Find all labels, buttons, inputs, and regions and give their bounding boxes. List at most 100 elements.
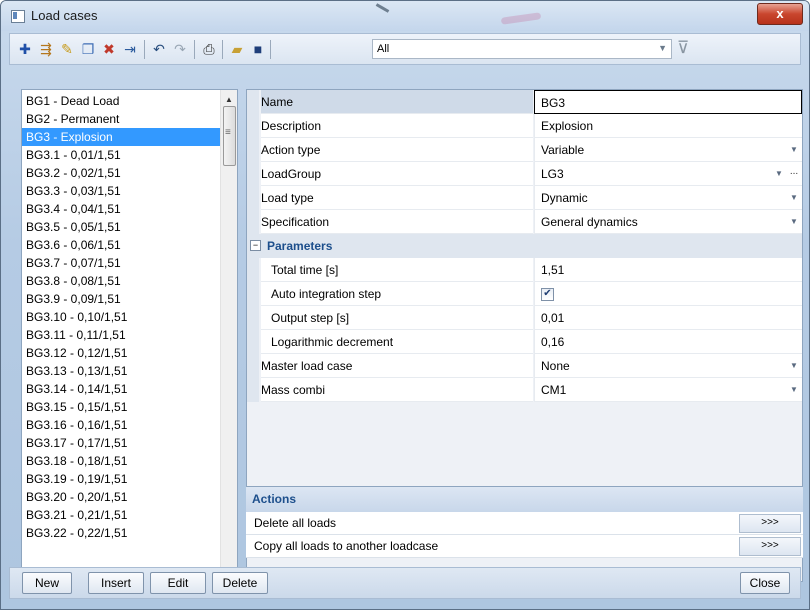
delete-button[interactable]: Delete <box>212 572 268 594</box>
new-icon[interactable]: ✚ <box>16 40 34 58</box>
ellipsis-button[interactable]: ... <box>786 163 802 184</box>
open-folder-icon[interactable]: ▰ <box>228 40 246 58</box>
list-item[interactable]: BG3.13 - 0,13/1,51 <box>22 362 222 380</box>
list-item[interactable]: BG3.10 - 0,10/1,51 <box>22 308 222 326</box>
toolbar-separator <box>194 40 195 59</box>
list-item[interactable]: BG3.12 - 0,12/1,51 <box>22 344 222 362</box>
copy-all-loads-button[interactable]: >>> <box>739 537 801 556</box>
action-type-select[interactable]: Variable ▼ <box>534 138 802 162</box>
prop-label: Total time [s] <box>261 258 533 282</box>
save-icon[interactable]: ■ <box>249 40 267 58</box>
chevron-down-icon[interactable]: ▼ <box>786 379 802 400</box>
edit-icon[interactable]: ✎ <box>58 40 76 58</box>
parameters-group[interactable]: − Parameters <box>247 234 802 258</box>
list-item[interactable]: BG3.9 - 0,09/1,51 <box>22 290 222 308</box>
mass-combi-select[interactable]: CM1 ▼ <box>534 378 802 402</box>
toolbar-separator <box>144 40 145 59</box>
prop-label: Mass combi <box>261 378 533 402</box>
list-item[interactable]: BG3 - Explosion <box>22 128 222 146</box>
delete-icon[interactable]: ✖ <box>100 40 118 58</box>
filter-icon[interactable]: ⊽ <box>677 38 697 58</box>
description-field[interactable]: Explosion <box>534 114 802 138</box>
window-icon <box>11 10 25 23</box>
output-step-field[interactable]: 0,01 <box>534 306 802 330</box>
list-item[interactable]: BG3.3 - 0,03/1,51 <box>22 182 222 200</box>
chevron-down-icon[interactable]: ▼ <box>786 139 802 160</box>
title-bar[interactable]: Load cases x <box>1 1 809 31</box>
prop-row-load-group: LoadGroup LG3 ▼... <box>247 162 802 186</box>
chevron-down-icon[interactable]: ▼ <box>786 355 802 376</box>
actions-header: Actions <box>246 486 803 512</box>
close-button[interactable]: Close <box>740 572 790 594</box>
prop-row-total-time: Total time [s] 1,51 <box>247 258 802 282</box>
move-icon[interactable]: ⇥ <box>121 40 139 58</box>
insert-button[interactable]: Insert <box>88 572 144 594</box>
load-group-select[interactable]: LG3 ▼... <box>534 162 802 186</box>
prop-row-auto-integration: Auto integration step ✔ <box>247 282 802 306</box>
prop-label: Specification <box>261 210 533 234</box>
list-item[interactable]: BG1 - Dead Load <box>22 92 222 110</box>
list-item[interactable]: BG3.11 - 0,11/1,51 <box>22 326 222 344</box>
background-line <box>375 3 390 13</box>
list-scrollbar[interactable]: ▲ ▼ <box>220 90 237 581</box>
total-time-field[interactable]: 1,51 <box>534 258 802 282</box>
prop-label: Auto integration step <box>261 282 533 306</box>
list-item[interactable]: BG3.18 - 0,18/1,51 <box>22 452 222 470</box>
log-decrement-field[interactable]: 0,16 <box>534 330 802 354</box>
delete-all-loads-button[interactable]: >>> <box>739 514 801 533</box>
undo-icon[interactable]: ↶ <box>150 40 168 58</box>
prop-label: Master load case <box>261 354 533 378</box>
new-button[interactable]: New <box>22 572 72 594</box>
auto-integration-cell: ✔ <box>534 282 802 306</box>
list-item[interactable]: BG3.1 - 0,01/1,51 <box>22 146 222 164</box>
list-item[interactable]: BG3.8 - 0,08/1,51 <box>22 272 222 290</box>
bottom-button-bar: New Insert Edit Delete Close <box>9 567 801 599</box>
chevron-down-icon[interactable]: ▼ <box>786 211 802 232</box>
toolbar-separator <box>222 40 223 59</box>
load-type-select[interactable]: Dynamic ▼ <box>534 186 802 210</box>
collapse-icon[interactable]: − <box>250 240 261 251</box>
filter-select[interactable]: All ▼ <box>372 39 672 59</box>
list-item[interactable]: BG3.7 - 0,07/1,51 <box>22 254 222 272</box>
prop-label: Output step [s] <box>261 306 533 330</box>
edit-button[interactable]: Edit <box>150 572 206 594</box>
load-case-list[interactable]: BG1 - Dead Load BG2 - Permanent BG3 - Expl… <box>21 89 238 582</box>
name-field[interactable]: BG3 <box>534 90 802 114</box>
list-item[interactable]: BG3.16 - 0,16/1,51 <box>22 416 222 434</box>
master-load-case-select[interactable]: None ▼ <box>534 354 802 378</box>
list-item[interactable]: BG3.14 - 0,14/1,51 <box>22 380 222 398</box>
prop-row-output-step: Output step [s] 0,01 <box>247 306 802 330</box>
chevron-down-icon[interactable]: ▼ <box>772 163 786 184</box>
list-item[interactable]: BG2 - Permanent <box>22 110 222 128</box>
print-icon[interactable]: ⎙ <box>200 40 218 58</box>
list-item[interactable]: BG3.15 - 0,15/1,51 <box>22 398 222 416</box>
group-label: Parameters <box>267 239 333 253</box>
list-item[interactable]: BG3.20 - 0,20/1,51 <box>22 488 222 506</box>
prop-row-name: Name BG3 <box>247 90 802 114</box>
prop-label: Description <box>261 114 533 138</box>
auto-integration-checkbox[interactable]: ✔ <box>541 288 554 301</box>
list-item[interactable]: BG3.21 - 0,21/1,51 <box>22 506 222 524</box>
list-item[interactable]: BG3.19 - 0,19/1,51 <box>22 470 222 488</box>
redo-icon[interactable]: ↷ <box>171 40 189 58</box>
prop-label: Name <box>261 90 533 114</box>
prop-row-action-type: Action type Variable ▼ <box>247 138 802 162</box>
list-item[interactable]: BG3.6 - 0,06/1,51 <box>22 236 222 254</box>
prop-label: LoadGroup <box>261 162 533 186</box>
list-item[interactable]: BG3.2 - 0,02/1,51 <box>22 164 222 182</box>
close-window-button[interactable]: x <box>757 3 803 25</box>
list-item[interactable]: BG3.17 - 0,17/1,51 <box>22 434 222 452</box>
prop-label: Action type <box>261 138 533 162</box>
list-item[interactable]: BG3.4 - 0,04/1,51 <box>22 200 222 218</box>
window-title: Load cases <box>31 8 98 23</box>
scroll-thumb[interactable] <box>223 106 236 166</box>
filter-value: All <box>377 43 390 55</box>
list-item[interactable]: BG3.5 - 0,05/1,51 <box>22 218 222 236</box>
copy-icon[interactable]: ❐ <box>79 40 97 58</box>
chevron-down-icon[interactable]: ▼ <box>786 187 802 208</box>
prop-label: Logarithmic decrement <box>261 330 533 354</box>
list-item[interactable]: BG3.22 - 0,22/1,51 <box>22 524 222 542</box>
insert-icon[interactable]: ⇶ <box>37 40 55 58</box>
action-copy-all-loads: Copy all loads to another loadcase >>> <box>246 535 803 558</box>
specification-select[interactable]: General dynamics ▼ <box>534 210 802 234</box>
